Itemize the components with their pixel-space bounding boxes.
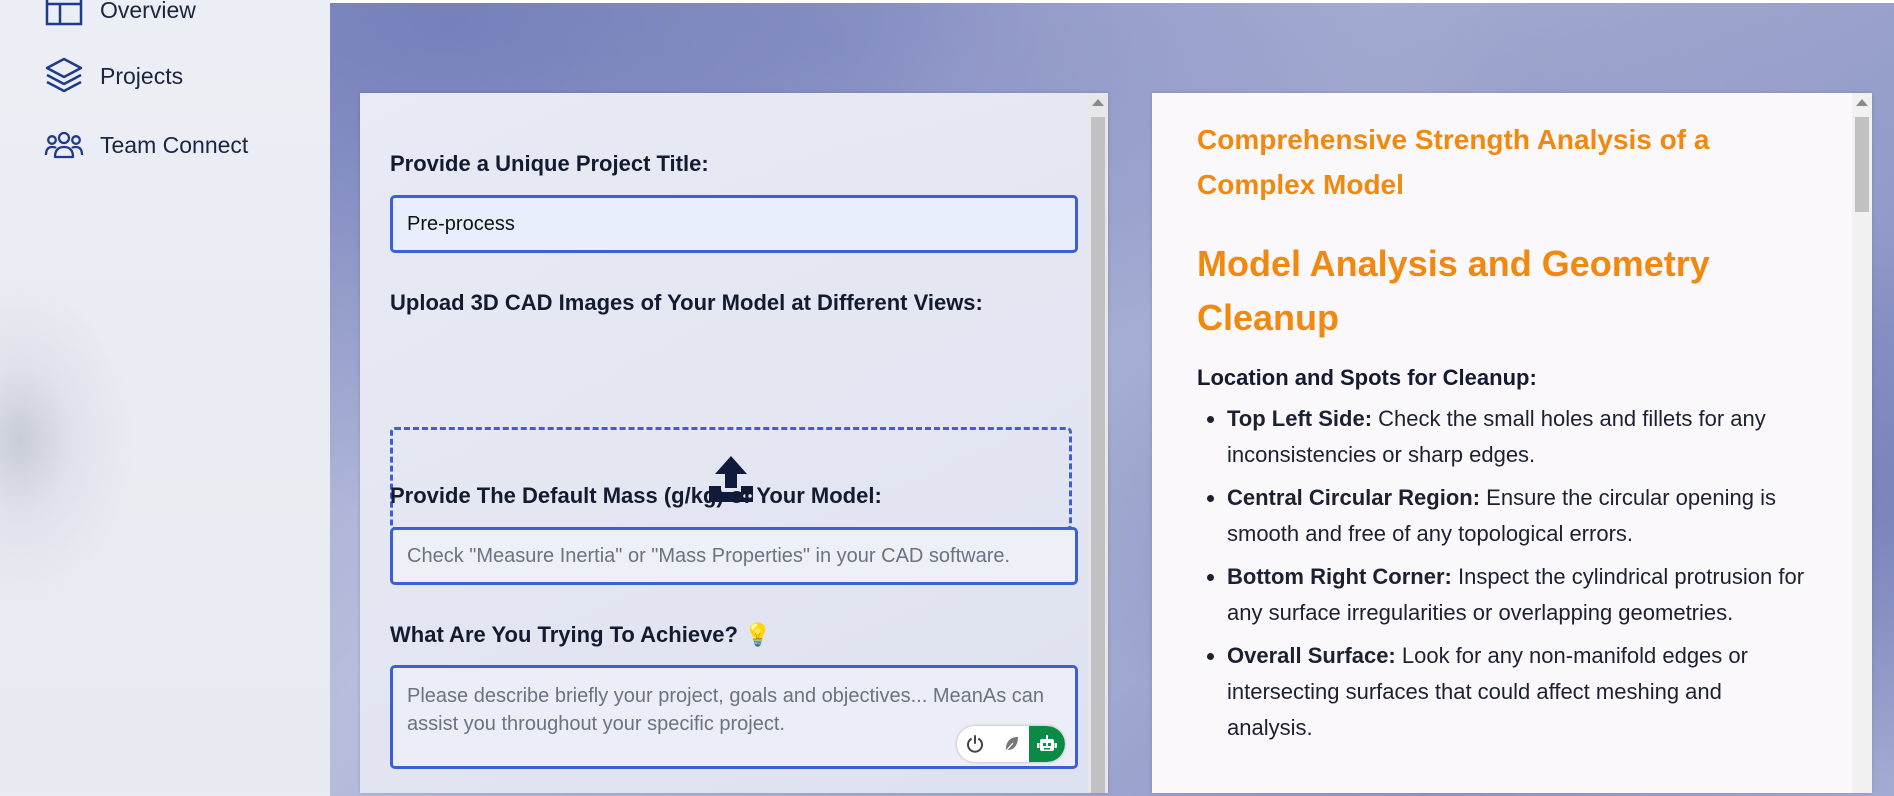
feather-icon	[1004, 737, 1018, 753]
scroll-up-icon[interactable]	[1092, 99, 1104, 106]
sidebar-item-overview[interactable]: Overview	[44, 0, 196, 30]
scrollbar-thumb[interactable]	[1855, 117, 1869, 212]
analysis-panel: Comprehensive Strength Analysis of a Com…	[1152, 93, 1872, 793]
scroll-up-icon[interactable]	[1856, 99, 1868, 106]
analysis-subtitle: Comprehensive Strength Analysis of a Com…	[1197, 124, 1710, 200]
analysis-scrollbar[interactable]	[1852, 93, 1872, 793]
upload-dropzone[interactable]	[390, 427, 1072, 530]
list-item: Top Left Side: Check the small holes and…	[1227, 401, 1807, 473]
form-scrollbar[interactable]	[1088, 93, 1108, 793]
list-item-term: Bottom Right Corner:	[1227, 564, 1452, 589]
power-icon	[967, 735, 983, 753]
scrollbar-thumb[interactable]	[1091, 117, 1105, 793]
project-title-input[interactable]	[390, 195, 1078, 253]
feather-button[interactable]	[993, 726, 1029, 762]
team-icon	[44, 131, 84, 159]
mass-input[interactable]	[390, 527, 1078, 585]
list-item-term: Top Left Side:	[1227, 406, 1373, 431]
layers-icon	[45, 57, 83, 93]
ai-assistant-button[interactable]	[1029, 726, 1065, 762]
upload-label: Upload 3D CAD Images of Your Model at Di…	[390, 290, 983, 315]
goal-textarea-wrapper	[390, 665, 1078, 769]
mass-label: Provide The Default Mass (g/kg) of Your …	[390, 483, 882, 508]
cleanup-heading: Location and Spots for Cleanup:	[1197, 365, 1537, 390]
analysis-content: Comprehensive Strength Analysis of a Com…	[1197, 117, 1807, 753]
cleanup-list: Top Left Side: Check the small holes and…	[1197, 401, 1807, 746]
project-form-panel: Provide a Unique Project Title: Upload 3…	[360, 93, 1108, 793]
sidebar-item-team-connect[interactable]: Team Connect	[44, 125, 248, 165]
list-item-term: Central Circular Region:	[1227, 485, 1481, 510]
analysis-title: Model Analysis and Geometry Cleanup	[1197, 243, 1710, 338]
list-item: Central Circular Region: Ensure the circ…	[1227, 480, 1807, 552]
list-item: Overall Surface: Look for any non-manifo…	[1227, 638, 1807, 746]
sidebar-item-label: Projects	[100, 62, 184, 89]
sidebar-item-projects[interactable]: Projects	[44, 56, 183, 96]
sidebar: Overview Projects Team Connect	[0, 0, 330, 793]
list-item: Bottom Right Corner: Inspect the cylindr…	[1227, 559, 1807, 631]
sidebar-item-label: Overview	[100, 0, 196, 23]
robot-icon	[1037, 735, 1057, 751]
list-item-term: Overall Surface:	[1227, 643, 1396, 668]
assistant-toolbar	[957, 726, 1065, 762]
power-button[interactable]	[957, 726, 993, 762]
goal-label: What Are You Trying To Achieve? 💡	[390, 622, 772, 647]
project-title-label: Provide a Unique Project Title:	[390, 151, 709, 176]
sidebar-item-label: Team Connect	[100, 131, 249, 158]
overview-icon	[45, 0, 83, 26]
